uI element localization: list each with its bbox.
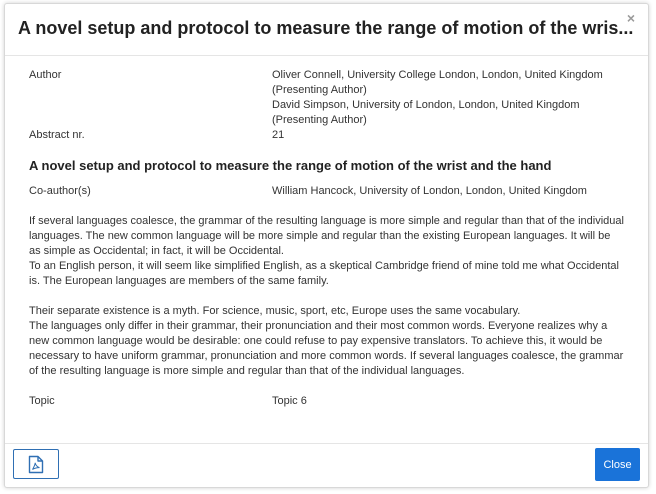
modal-body: Author Oliver Connell, University Colleg… (5, 56, 648, 444)
author-row: Author Oliver Connell, University Colleg… (29, 68, 624, 128)
abstract-paragraph: To an English person, it will seem like … (29, 260, 619, 287)
topic-row: Topic Topic 6 (29, 394, 624, 409)
abstract-modal: A novel setup and protocol to measure th… (4, 3, 649, 488)
modal-header: A novel setup and protocol to measure th… (5, 4, 648, 56)
abstract-paragraph: If several languages coalesce, the gramm… (29, 215, 624, 257)
close-icon[interactable]: × (624, 11, 638, 25)
topic-label: Topic (29, 395, 55, 407)
pdf-file-icon (28, 455, 44, 473)
modal-footer: Close (5, 442, 648, 487)
author-1-role: (Presenting Author) (272, 84, 367, 96)
abstract-paragraph: The languages only differ in their gramm… (29, 320, 624, 377)
abstract-number-label: Abstract nr. (29, 129, 85, 141)
abstract-full-title: A novel setup and protocol to measure th… (29, 158, 552, 173)
coauthor-label: Co-author(s) (29, 185, 91, 197)
close-button[interactable]: Close (595, 448, 640, 481)
abstract-number-value: 21 (272, 129, 285, 141)
author-label: Author (29, 69, 62, 81)
modal-title: A novel setup and protocol to measure th… (18, 18, 634, 38)
coauthor-row: Co-author(s) William Hancock, University… (29, 184, 624, 199)
pdf-download-button[interactable] (13, 449, 59, 479)
coauthor-value: William Hancock, University of London, L… (272, 185, 587, 197)
author-1-affiliation: Oliver Connell, University College Londo… (272, 69, 603, 81)
abstract-number-row: Abstract nr. 21 (29, 128, 624, 143)
abstract-paragraph: Their separate existence is a myth. For … (29, 305, 521, 317)
topic-value: Topic 6 (272, 395, 307, 407)
author-values: Oliver Connell, University College Londo… (272, 68, 624, 128)
author-2-role: (Presenting Author) (272, 114, 367, 126)
author-2-affiliation: David Simpson, University of London, Lon… (272, 99, 580, 111)
